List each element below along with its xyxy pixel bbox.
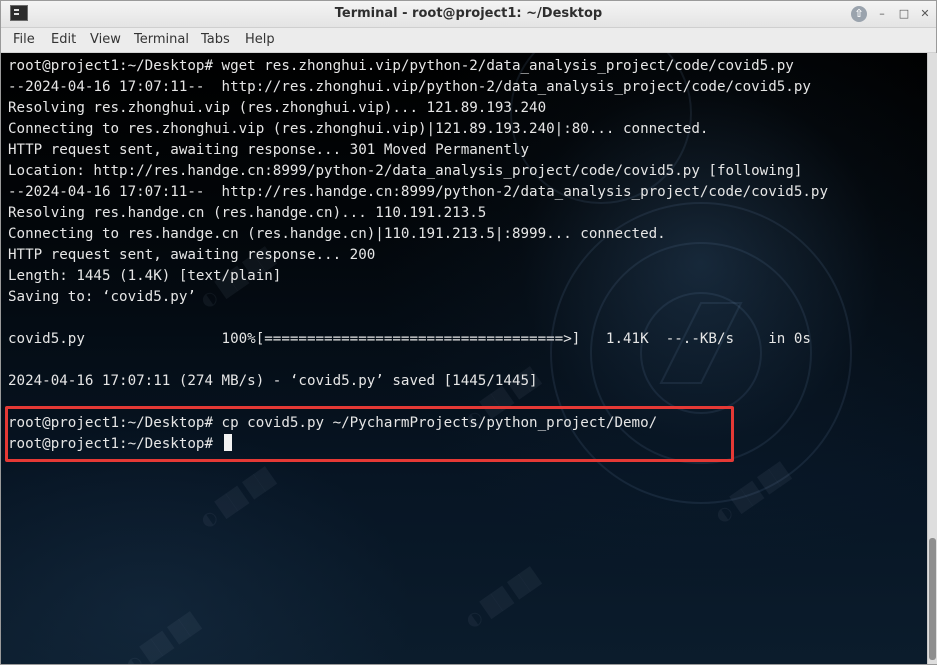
menu-help[interactable]: Help (243, 32, 277, 47)
close-button[interactable]: ✕ (917, 6, 933, 22)
window-title: Terminal - root@project1: ~/Desktop (334, 6, 603, 21)
menu-edit[interactable]: Edit (49, 32, 78, 47)
menu-file[interactable]: File (11, 32, 37, 47)
terminal-line: Resolving res.zhonghui.vip (res.zhonghui… (8, 100, 547, 116)
terminal-line: --2024-04-16 17:07:11-- http://res.handg… (8, 184, 828, 200)
terminal-output[interactable]: ◐ ██ ██ ◐ ██ ██ ◐ ██ ██ ◐ ██ ██ ◐ ██ ██ … (1, 53, 927, 664)
scrollbar-thumb[interactable] (929, 538, 936, 660)
svg-text:◐ ██ ██: ◐ ██ ██ (196, 465, 278, 532)
menu-view[interactable]: View (88, 32, 123, 47)
menu-terminal[interactable]: Terminal (132, 32, 191, 47)
terminal-line: Saving to: ‘covid5.py’ (8, 289, 196, 305)
title-bar[interactable]: Terminal - root@project1: ~/Desktop ⇧ – … (1, 1, 936, 28)
terminal-line: HTTP request sent, awaiting response... … (8, 247, 376, 263)
minimize-button[interactable]: – (874, 6, 890, 22)
terminal-lines: root@project1:~/Desktop# wget res.zhongh… (8, 56, 828, 455)
svg-text:◐ ██ ██: ◐ ██ ██ (121, 610, 203, 664)
terminal-line: HTTP request sent, awaiting response... … (8, 142, 530, 158)
terminal-line: root@project1:~/Desktop# wget res.zhongh… (8, 58, 794, 74)
terminal-line: --2024-04-16 17:07:11-- http://res.zhong… (8, 79, 811, 95)
maximize-button[interactable]: □ (896, 6, 912, 22)
menu-bar: File Edit View Terminal Tabs Help (1, 28, 936, 53)
terminal-window: Terminal - root@project1: ~/Desktop ⇧ – … (0, 0, 937, 665)
vertical-scrollbar[interactable] (927, 53, 937, 664)
terminal-line: Connecting to res.zhonghui.vip (res.zhon… (8, 121, 709, 137)
menu-tabs[interactable]: Tabs (199, 32, 232, 47)
svg-text:◐ ██ ██: ◐ ██ ██ (711, 460, 793, 527)
terminal-line: 2024-04-16 17:07:11 (274 MB/s) - ‘covid5… (8, 373, 538, 389)
terminal-line: Location: http://res.handge.cn:8999/pyth… (8, 163, 803, 179)
terminal-line: Connecting to res.handge.cn (res.handge.… (8, 226, 666, 242)
highlight-annotation-box (5, 406, 734, 462)
terminal-line: Resolving res.handge.cn (res.handge.cn).… (8, 205, 487, 221)
shade-up-icon[interactable]: ⇧ (851, 6, 867, 22)
svg-text:◐ ██ ██: ◐ ██ ██ (461, 565, 543, 632)
terminal-line: covid5.py 100%[=========================… (8, 331, 811, 347)
terminal-line: Length: 1445 (1.4K) [text/plain] (8, 268, 282, 284)
